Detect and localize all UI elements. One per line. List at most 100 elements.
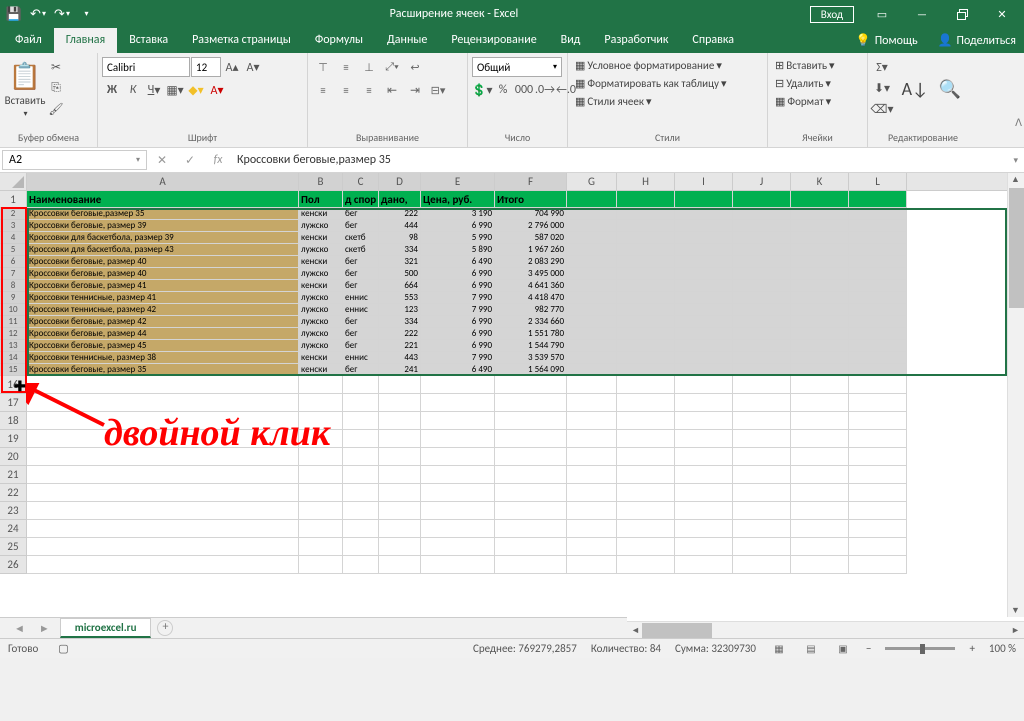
cell[interactable]: лужско: [299, 220, 343, 232]
cell[interactable]: 222: [379, 208, 421, 220]
cell[interactable]: [421, 430, 495, 448]
delete-cells-button[interactable]: ⊟ Удалить▾: [772, 75, 834, 92]
cell[interactable]: [567, 232, 617, 244]
cell[interactable]: [675, 448, 733, 466]
next-sheet-button[interactable]: ►: [35, 622, 54, 635]
cell[interactable]: [849, 280, 907, 292]
cell[interactable]: [379, 394, 421, 412]
cell[interactable]: [675, 364, 733, 376]
cell[interactable]: 3 495 000: [495, 268, 567, 280]
cell[interactable]: [421, 394, 495, 412]
cell[interactable]: [617, 304, 675, 316]
cell[interactable]: [849, 466, 907, 484]
column-header-E[interactable]: E: [421, 173, 495, 190]
cell[interactable]: [567, 376, 617, 394]
column-header-B[interactable]: B: [299, 173, 343, 190]
cell[interactable]: [617, 328, 675, 340]
format-painter-button[interactable]: 🖌: [46, 99, 66, 119]
cell[interactable]: [791, 394, 849, 412]
name-box[interactable]: A2▾: [2, 150, 147, 170]
cell[interactable]: [791, 268, 849, 280]
autosum-button[interactable]: Σ▾: [872, 57, 892, 77]
cell[interactable]: бег: [343, 280, 379, 292]
cell[interactable]: Кроссовки беговые, размер 40: [27, 256, 299, 268]
cell[interactable]: [617, 520, 675, 538]
cell[interactable]: 6 990: [421, 328, 495, 340]
cell[interactable]: [617, 556, 675, 574]
cell[interactable]: [27, 556, 299, 574]
cell[interactable]: дано,: [379, 191, 421, 208]
cell[interactable]: еннис: [343, 292, 379, 304]
row-header[interactable]: 21: [0, 466, 27, 484]
cell[interactable]: 553: [379, 292, 421, 304]
zoom-level[interactable]: 100 %: [989, 642, 1016, 655]
wrap-text-button[interactable]: ↩: [404, 57, 426, 77]
cell[interactable]: [617, 280, 675, 292]
cell[interactable]: [567, 448, 617, 466]
cell[interactable]: [617, 484, 675, 502]
tab-insert[interactable]: Вставка: [117, 28, 180, 53]
insert-cells-button[interactable]: ⊞ Вставить▾: [772, 57, 838, 74]
cell[interactable]: [733, 466, 791, 484]
row-header[interactable]: 23: [0, 502, 27, 520]
cell[interactable]: [849, 448, 907, 466]
paste-button[interactable]: 📋 Вставить ▾: [4, 55, 46, 123]
column-header-G[interactable]: G: [567, 173, 617, 190]
cell[interactable]: [791, 208, 849, 220]
font-size-input[interactable]: [191, 57, 221, 77]
align-middle-button[interactable]: ≡: [335, 57, 357, 77]
normal-view-button[interactable]: ▦: [770, 641, 788, 657]
cell[interactable]: бег: [343, 364, 379, 376]
cell[interactable]: [617, 394, 675, 412]
cell[interactable]: [421, 448, 495, 466]
qat-customize[interactable]: ▾: [74, 2, 98, 26]
cell[interactable]: [343, 502, 379, 520]
cell[interactable]: [27, 484, 299, 502]
cell[interactable]: [299, 538, 343, 556]
cell[interactable]: Кроссовки для баскетбола, размер 43: [27, 244, 299, 256]
cell[interactable]: лужско: [299, 268, 343, 280]
cell[interactable]: [617, 316, 675, 328]
column-header-A[interactable]: A: [27, 173, 299, 190]
cell[interactable]: [733, 328, 791, 340]
row-header[interactable]: 25: [0, 538, 27, 556]
row-header[interactable]: 8: [0, 280, 27, 292]
cell[interactable]: [617, 352, 675, 364]
cell[interactable]: [791, 466, 849, 484]
cell[interactable]: [849, 520, 907, 538]
copy-button[interactable]: ⎘: [46, 78, 66, 98]
cell[interactable]: [733, 208, 791, 220]
cell[interactable]: [567, 502, 617, 520]
cell[interactable]: Кроссовки теннисные, размер 41: [27, 292, 299, 304]
cell[interactable]: кенски: [299, 280, 343, 292]
row-header[interactable]: 15: [0, 364, 27, 376]
row-header[interactable]: 1: [0, 191, 27, 208]
cell[interactable]: [299, 520, 343, 538]
cell[interactable]: [733, 268, 791, 280]
tab-data[interactable]: Данные: [375, 28, 439, 53]
align-top-button[interactable]: ⊤: [312, 57, 334, 77]
column-header-C[interactable]: C: [343, 173, 379, 190]
cell[interactable]: [791, 412, 849, 430]
cell[interactable]: [495, 520, 567, 538]
cell[interactable]: [849, 376, 907, 394]
font-name-input[interactable]: [102, 57, 190, 77]
cell[interactable]: [617, 232, 675, 244]
cell[interactable]: [675, 556, 733, 574]
cell[interactable]: [849, 328, 907, 340]
cell[interactable]: [675, 232, 733, 244]
cell[interactable]: 6 490: [421, 256, 495, 268]
cell[interactable]: [791, 292, 849, 304]
cell[interactable]: [567, 191, 617, 208]
scrollbar-thumb[interactable]: [1009, 188, 1024, 308]
column-header-I[interactable]: I: [675, 173, 733, 190]
scrollbar-thumb[interactable]: [642, 623, 712, 638]
cell[interactable]: [791, 556, 849, 574]
cell[interactable]: 6 990: [421, 340, 495, 352]
cell[interactable]: [733, 430, 791, 448]
cell[interactable]: [849, 191, 907, 208]
cell[interactable]: [27, 520, 299, 538]
format-table-button[interactable]: ▦ Форматировать как таблицу▾: [572, 75, 729, 92]
conditional-formatting-button[interactable]: ▦ Условное форматирование▾: [572, 57, 725, 74]
cell[interactable]: [849, 364, 907, 376]
